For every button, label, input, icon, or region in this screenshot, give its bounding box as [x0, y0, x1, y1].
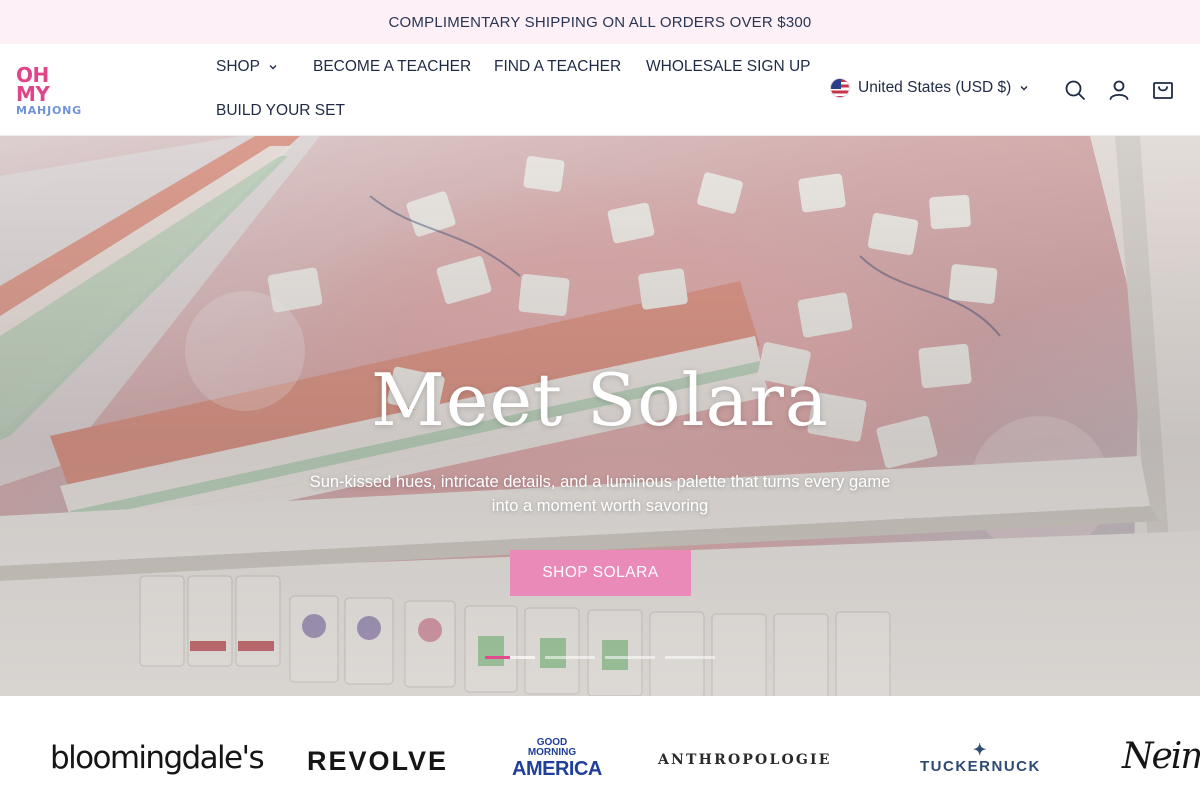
nav-item-label: BECOME A TEACHER [313, 58, 472, 75]
press-logo-strip: bloomingdale's REVOLVE GOOD MORNING AMER… [0, 696, 1200, 800]
main-nav: SHOP BECOME A TEACHER FIND A TEACHER WHO… [216, 44, 816, 136]
nav-item-find-a-teacher[interactable]: FIND A TEACHER [494, 58, 621, 76]
locale-selector[interactable]: United States (USD $) [830, 78, 1029, 98]
announcement-text: COMPLIMENTARY SHIPPING ON ALL ORDERS OVE… [388, 13, 812, 31]
announcement-bar: COMPLIMENTARY SHIPPING ON ALL ORDERS OVE… [0, 0, 1200, 44]
gma-line-3: AMERICA [512, 758, 602, 780]
slide-indicator[interactable] [605, 656, 655, 659]
revolve-logo: REVOLVE [307, 746, 449, 776]
slide-indicator[interactable] [545, 656, 595, 659]
account-button[interactable] [1107, 78, 1131, 102]
nav-item-label: BUILD YOUR SET [216, 102, 345, 119]
nav-item-wholesale-sign-up[interactable]: WHOLESALE SIGN UP [646, 58, 811, 76]
nav-item-label: WHOLESALE SIGN UP [646, 58, 811, 75]
locale-label: United States (USD $) [858, 79, 1012, 96]
nav-item-become-a-teacher[interactable]: BECOME A TEACHER [313, 58, 471, 76]
cart-button[interactable] [1151, 78, 1175, 102]
tuckernuck-text: TUCKERNUCK [920, 758, 1041, 775]
logo-line-2: MY [16, 82, 50, 106]
us-flag-icon [830, 78, 850, 98]
slideshow-pagination [485, 656, 715, 660]
tuckernuck-logo: ✦ TUCKERNUCK [920, 742, 1041, 776]
search-button[interactable] [1063, 78, 1087, 102]
account-icon [1109, 80, 1129, 100]
site-header: OH MY MAHJONG SHOP BECOME A TEACHER FIND… [0, 44, 1200, 136]
slide-progress [485, 656, 510, 659]
hero-title: Meet Solara [371, 358, 829, 442]
nav-item-label: FIND A TEACHER [494, 58, 622, 75]
chevron-down-icon [269, 65, 277, 70]
neiman-marcus-logo: NeimanMarcus [1122, 736, 1200, 777]
slide-indicator[interactable] [665, 656, 715, 659]
gma-line-2: MORNING [527, 747, 577, 758]
brand-logo[interactable]: OH MY MAHJONG [16, 65, 86, 118]
search-icon [1065, 80, 1085, 100]
bloomingdales-logo: bloomingdale's [50, 740, 265, 776]
star-icon: ✦ [972, 742, 988, 759]
nav-item-build-your-set[interactable]: BUILD YOUR SET [216, 102, 345, 120]
nav-item-shop[interactable]: SHOP [216, 58, 278, 76]
hero-subtitle: Sun-kissed hues, intricate details, and … [309, 473, 891, 515]
shop-solara-button[interactable]: SHOP SOLARA [510, 550, 691, 596]
cart-icon [1153, 82, 1173, 99]
slide-indicator[interactable] [485, 656, 535, 659]
good-morning-america-logo: GOOD MORNING AMERICA [512, 738, 602, 781]
nav-item-label: SHOP [216, 58, 260, 75]
anthropologie-logo: ANTHROPOLOGIE [658, 752, 832, 768]
chevron-down-icon [1020, 86, 1028, 91]
hero-banner: Meet Solara Sun-kissed hues, intricate d… [0, 136, 1200, 696]
logo-line-3: MAHJONG [16, 104, 82, 117]
